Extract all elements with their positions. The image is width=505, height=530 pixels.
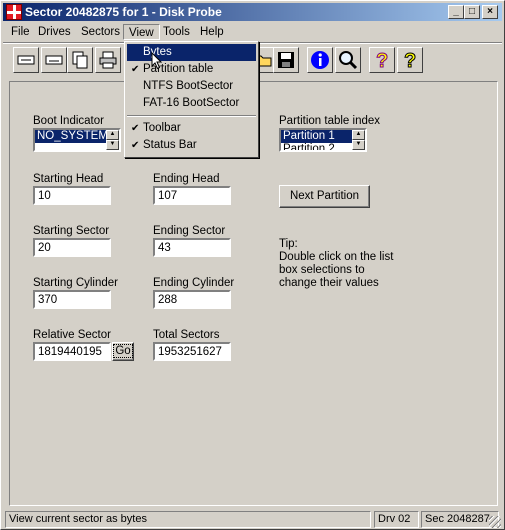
starting-sector-label: Starting Sector — [33, 225, 110, 237]
boot-indicator-label: Boot Indicator — [33, 115, 104, 127]
starting-head-field[interactable]: 10 — [33, 186, 111, 205]
view-menu-toolbar[interactable]: ✔ Toolbar — [127, 120, 256, 137]
view-menu-ntfs-bootsector[interactable]: NTFS BootSector — [127, 78, 256, 95]
view-menu-bytes[interactable]: Bytes — [127, 44, 256, 61]
spin-up-icon[interactable]: ▲ — [352, 130, 365, 140]
menu-view[interactable]: View — [123, 24, 160, 40]
spin-up-icon[interactable]: ▲ — [106, 130, 119, 140]
help-icon[interactable]: ? — [369, 47, 395, 73]
title-bar[interactable]: Sector 20482875 for 1 - Disk Probe _ □ × — [3, 3, 502, 21]
starting-sector-field[interactable]: 20 — [33, 238, 111, 257]
view-menu-partition-table[interactable]: ✔ Partition table — [127, 61, 256, 78]
partition-index-listbox[interactable]: Partition 1 Partition 2 ▲ ▼ — [279, 128, 367, 152]
view-menu-dropdown: Bytes ✔ Partition table NTFS BootSector … — [124, 41, 259, 158]
check-icon: ✔ — [131, 123, 140, 134]
go-button-label: Go — [113, 344, 133, 358]
mouse-cursor-icon — [151, 52, 163, 70]
ending-head-field[interactable]: 107 — [153, 186, 231, 205]
starting-cylinder-label: Starting Cylinder — [33, 277, 119, 289]
total-sectors-field[interactable]: 1953251627 — [153, 342, 231, 361]
save-icon[interactable] — [273, 47, 299, 73]
tip-line: change their values — [279, 277, 379, 289]
view-menu-status-bar[interactable]: ✔ Status Bar — [127, 137, 256, 154]
relative-sector-field[interactable]: 1819440195 — [33, 342, 111, 361]
svg-text:?: ? — [376, 50, 388, 70]
starting-head-label: Starting Head — [33, 173, 104, 185]
tip-line: box selections to — [279, 264, 365, 276]
info-icon[interactable] — [307, 47, 333, 73]
status-message: View current sector as bytes — [5, 511, 371, 528]
boot-indicator-listbox[interactable]: NO_SYSTEM ▲ ▼ — [33, 128, 121, 152]
disk-probe-app-icon[interactable] — [6, 4, 22, 20]
minimize-button[interactable]: _ — [448, 5, 464, 19]
view-menu-fat16-label: FAT-16 BootSector — [143, 97, 240, 109]
menu-help[interactable]: Help — [195, 24, 229, 40]
ending-cylinder-label: Ending Cylinder — [153, 277, 235, 289]
view-menu-ntfs-label: NTFS BootSector — [143, 80, 234, 92]
context-help-icon[interactable]: ? — [397, 47, 423, 73]
check-icon: ✔ — [131, 140, 140, 151]
status-drive: Drv 02 — [374, 511, 419, 528]
check-icon: ✔ — [131, 64, 140, 75]
spin-down-icon[interactable]: ▼ — [352, 140, 365, 150]
tip-line: Double click on the list — [279, 251, 394, 263]
boot-indicator-spinner[interactable]: ▲ ▼ — [106, 130, 119, 150]
drive-write-icon[interactable] — [41, 47, 67, 73]
view-menu-fat16-bootsector[interactable]: FAT-16 BootSector — [127, 95, 256, 112]
menu-bar: File Drives Sectors View Tools Help — [3, 22, 502, 41]
menu-tools[interactable]: Tools — [158, 24, 195, 40]
status-sector: Sec 2048287 — [421, 511, 499, 528]
view-menu-status-bar-label: Status Bar — [143, 139, 197, 151]
svg-text:?: ? — [404, 50, 416, 70]
partition-table-index-label: Partition table index — [279, 115, 381, 127]
go-button[interactable]: Go — [112, 342, 134, 361]
close-button[interactable]: × — [482, 5, 498, 19]
copy-icon[interactable] — [67, 47, 93, 73]
tip-heading: Tip: — [279, 238, 298, 250]
total-sectors-label: Total Sectors — [153, 329, 220, 341]
app-window: Sector 20482875 for 1 - Disk Probe _ □ ×… — [0, 0, 505, 530]
ending-sector-field[interactable]: 43 — [153, 238, 231, 257]
menu-separator — [127, 115, 256, 117]
ending-sector-label: Ending Sector — [153, 225, 226, 237]
menu-file[interactable]: File — [6, 24, 35, 40]
search-icon[interactable] — [335, 47, 361, 73]
maximize-button[interactable]: □ — [464, 5, 480, 19]
menu-sectors[interactable]: Sectors — [76, 24, 125, 40]
starting-cylinder-field[interactable]: 370 — [33, 290, 111, 309]
ending-head-label: Ending Head — [153, 173, 220, 185]
spin-down-icon[interactable]: ▼ — [106, 140, 119, 150]
partition-index-spinner[interactable]: ▲ ▼ — [352, 130, 365, 150]
next-partition-button[interactable]: Next Partition — [279, 185, 370, 208]
print-icon[interactable] — [95, 47, 121, 73]
resize-grip-icon[interactable] — [489, 516, 501, 528]
view-menu-toolbar-label: Toolbar — [143, 122, 181, 134]
drive-read-icon[interactable] — [13, 47, 39, 73]
menu-drives[interactable]: Drives — [33, 24, 76, 40]
window-title: Sector 20482875 for 1 - Disk Probe — [25, 5, 222, 19]
status-bar: View current sector as bytes Drv 02 Sec … — [3, 509, 502, 529]
relative-sector-label: Relative Sector — [33, 329, 111, 341]
ending-cylinder-field[interactable]: 288 — [153, 290, 231, 309]
